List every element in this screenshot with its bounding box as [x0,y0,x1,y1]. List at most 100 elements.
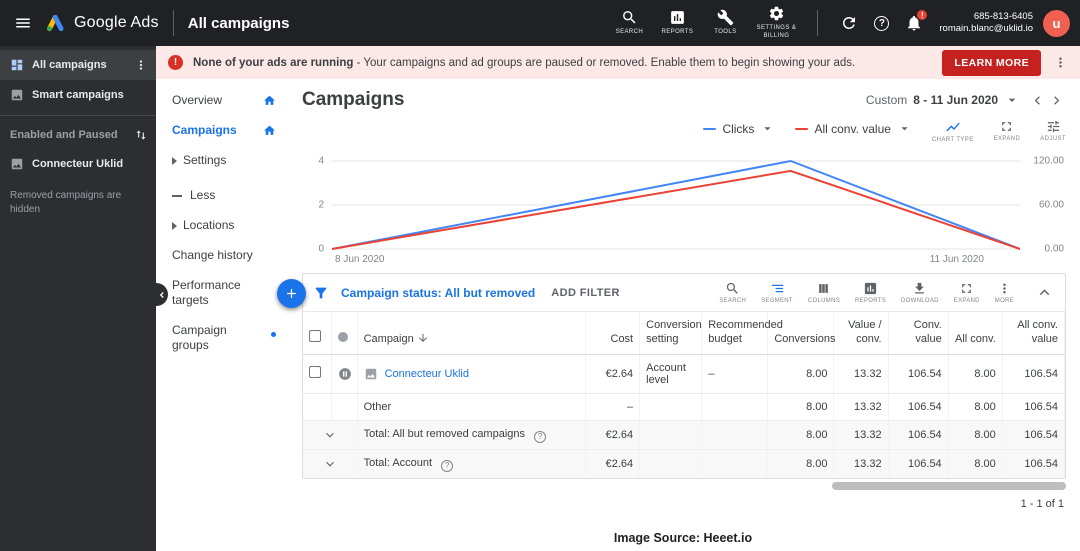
next-period-button[interactable] [1047,91,1066,110]
settings-billing-nav-label: SETTINGS & BILLING [756,25,797,39]
table-row-other: Other – 8.00 13.32 106.54 8.00 106.54 [303,393,1066,421]
search-nav-label: SEARCH [615,29,644,36]
sidebar-item-smart-campaigns[interactable]: Smart campaigns [0,80,156,110]
notifications-bell-icon[interactable]: ! [905,9,929,32]
right-tick-top: 120.00 [1033,155,1064,167]
table-header-row: Campaign Cost Conversion setting Recomme… [303,312,1066,355]
banner-more-icon[interactable] [1051,53,1070,72]
subnav-item-campaigns[interactable]: Campaigns [172,123,276,138]
sidebar-status-filter[interactable]: Enabled and Paused [0,121,156,149]
status-dot-icon[interactable] [337,331,348,342]
avatar[interactable]: u [1043,9,1070,37]
chevron-down-icon[interactable] [323,457,337,471]
x-label-start: 8 Jun 2020 [335,254,385,265]
sort-icon[interactable] [134,128,148,142]
horizontal-scrollbar[interactable] [302,481,1066,490]
segment-icon [771,284,783,293]
reports-nav-button[interactable]: REPORTS [653,7,701,39]
image-icon [11,89,23,101]
sort-descending-icon [418,333,427,342]
segment-button[interactable]: SEGMENT [761,281,793,304]
help-icon[interactable]: ? [441,459,454,472]
campaign-link[interactable]: Connecteur Uklid [385,368,469,380]
table-toolbar: SEARCH SEGMENT COLUMNS REPORTS DOWNLOAD … [719,281,1014,304]
column-conversion-setting[interactable]: Conversion setting [639,312,703,355]
home-icon [263,94,276,107]
prev-period-button[interactable] [1028,91,1047,110]
chart-type-button[interactable]: CHART TYPE [932,119,974,143]
help-glyph: ? [874,15,890,31]
pagination: 1 - 1 of 1 [1020,497,1064,510]
subnav-item-locations[interactable]: Locations [172,218,276,233]
menu-icon[interactable] [8,8,38,38]
subnav-item-change-history[interactable]: Change history [172,248,276,263]
table-reports-button[interactable]: REPORTS [855,281,886,304]
search-nav-button[interactable]: SEARCH [605,7,653,39]
other-row-label: Other [357,393,587,421]
subnav-item-performance-targets[interactable]: Performance targets [172,278,276,308]
column-all-conv[interactable]: All conv. [948,312,1003,355]
help-icon[interactable]: ? [534,430,547,443]
notification-badge: ! [916,9,929,21]
download-button[interactable]: DOWNLOAD [901,281,939,304]
subnav-item-overview[interactable]: Overview [172,93,276,108]
subnav-item-campaign-groups[interactable]: Campaign groups [172,323,276,353]
column-recommended-budget[interactable]: Recommended budget [701,312,783,355]
cell-recommended-budget: – [701,354,769,394]
learn-more-button[interactable]: LEARN MORE [942,49,1041,76]
image-source-caption: Image Source: Heeet.io [613,531,753,545]
date-range-picker[interactable]: Custom 8 - 11 Jun 2020 [866,92,1020,108]
campaign-status-filter[interactable]: Campaign status: All but removed [341,286,535,300]
refresh-icon[interactable] [840,14,858,32]
reports-icon [864,282,877,295]
add-campaign-button[interactable] [277,279,306,308]
sidebar-item-all-campaigns[interactable]: All campaigns [0,50,156,80]
account-email: romain.blanc@uklid.io [939,23,1033,34]
cell-all-conv-value: 106.54 [1002,354,1066,394]
collapse-chart-icon[interactable] [1036,284,1053,301]
column-cost[interactable]: Cost [585,312,641,355]
settings-billing-nav-button[interactable]: SETTINGS & BILLING [749,3,803,43]
home-icon [263,124,276,137]
subnav-item-less[interactable]: Less [172,188,276,203]
image-icon [11,158,23,170]
product-name: Google Ads [74,14,159,31]
metric-selector-1[interactable]: Clicks [703,119,775,136]
table-search-button[interactable]: SEARCH [719,281,746,304]
column-all-conv-value[interactable]: All conv. value [1002,312,1066,355]
change-history-label: Change history [172,248,253,262]
column-conv-value[interactable]: Conv. value [888,312,949,355]
paused-status-icon[interactable] [338,367,352,381]
expand-label: EXPAND [993,136,1021,142]
main-panel: Campaigns Custom 8 - 11 Jun 2020 Clicks … [286,79,1080,551]
expand-chart-button[interactable]: EXPAND [994,119,1021,142]
more-vert-icon[interactable] [134,58,148,72]
more-button[interactable]: MORE [995,281,1014,304]
filter-funnel-icon[interactable] [313,285,329,301]
scrollbar-thumb[interactable] [832,481,1066,490]
metric-selector-2[interactable]: All conv. value [795,119,911,136]
select-all-checkbox[interactable] [309,329,321,342]
chevron-down-icon[interactable] [323,428,337,442]
x-axis-labels: 8 Jun 2020 11 Jun 2020 [332,251,1020,265]
grid-icon [11,59,23,71]
help-icon[interactable]: ? [874,15,890,31]
left-tick-mid: 2 [318,199,324,211]
google-ads-logo[interactable] [44,12,66,34]
subnav-item-settings[interactable]: Settings [172,153,276,168]
account-info[interactable]: 685-813-6405 romain.blanc@uklid.io [939,11,1033,36]
adjust-chart-button[interactable]: ADJUST [1040,119,1066,142]
row-checkbox[interactable] [309,366,321,378]
section-subnav: Overview Campaigns Settings Less Locatio… [156,79,286,551]
metric-1-label: Clicks [722,121,755,136]
expand-table-button[interactable]: EXPAND [954,281,980,304]
sidebar-item-connecteur-uklid[interactable]: Connecteur Uklid [0,149,156,179]
series-dash-blue [703,127,717,130]
banner-message-bold: None of your ads are running [193,56,354,69]
column-campaign[interactable]: Campaign [357,312,587,355]
columns-button[interactable]: COLUMNS [808,281,840,304]
adjust-label: ADJUST [1040,136,1066,142]
add-filter-button[interactable]: ADD FILTER [551,287,620,299]
tools-nav-button[interactable]: TOOLS [701,7,749,39]
column-value-per-conv[interactable]: Value / conv. [833,312,889,355]
